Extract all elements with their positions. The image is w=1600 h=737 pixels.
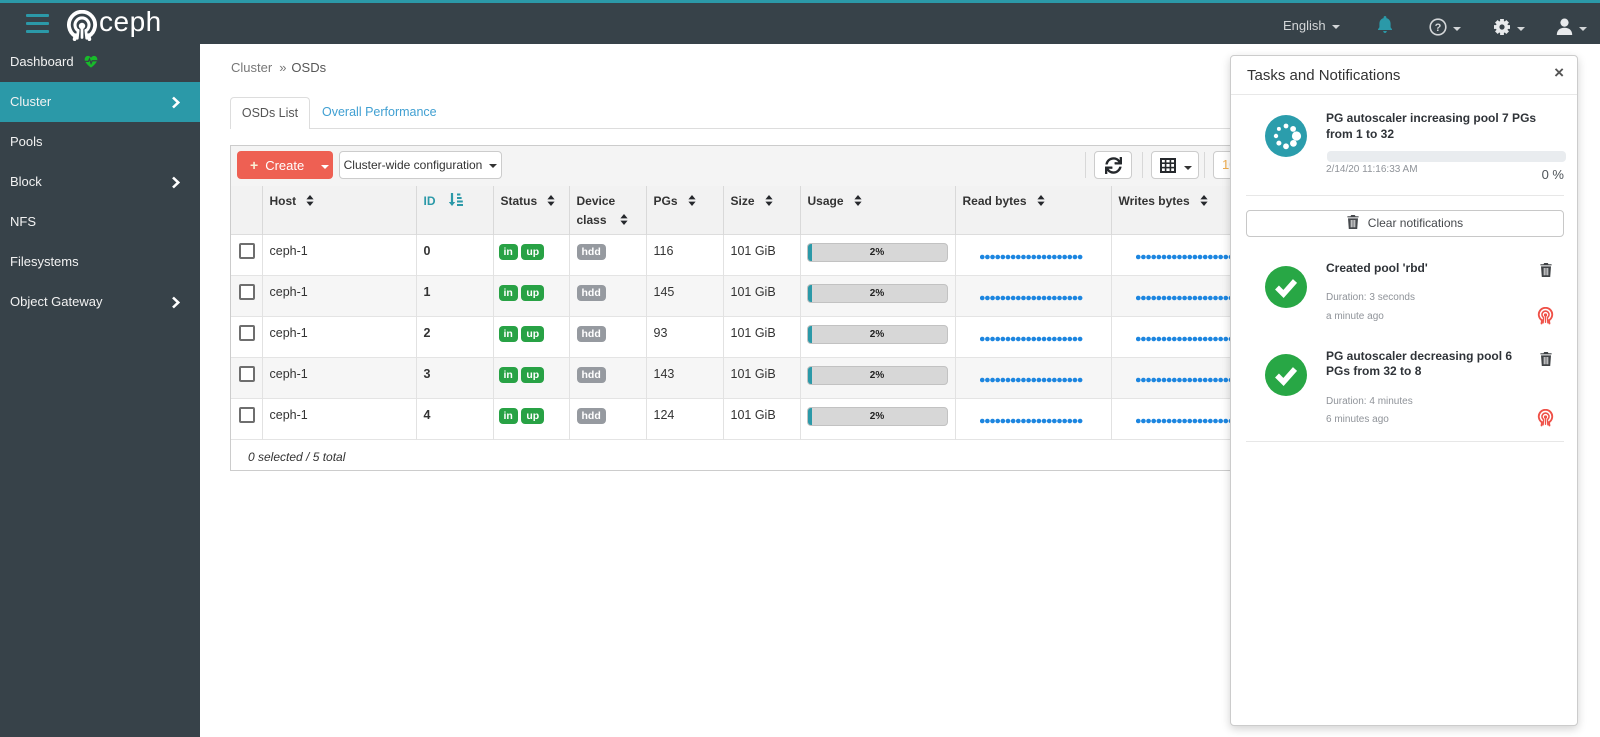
svg-text:?: ? (1435, 22, 1442, 34)
